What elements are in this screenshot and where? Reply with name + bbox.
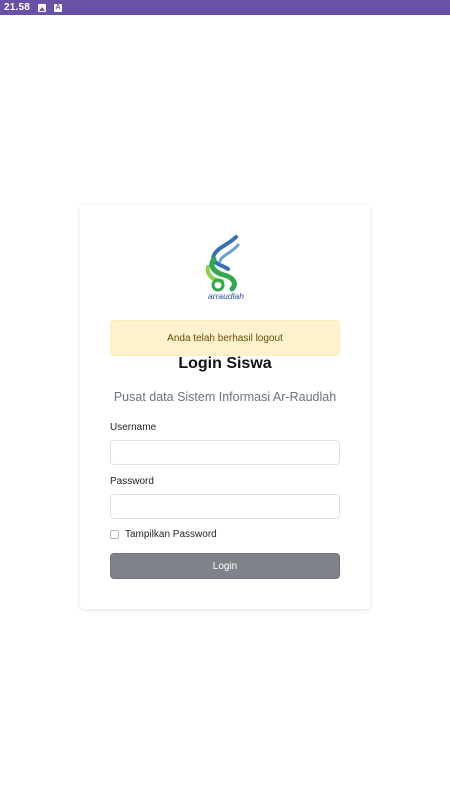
- status-bar: 21.58 A: [0, 0, 450, 15]
- username-input[interactable]: [110, 440, 340, 465]
- show-password-checkbox[interactable]: [110, 530, 119, 539]
- password-label: Password: [110, 476, 154, 487]
- page-subtitle: Pusat data Sistem Informasi Ar-Raudlah: [113, 390, 337, 404]
- show-password-label[interactable]: Tampilkan Password: [125, 529, 217, 540]
- show-password-row[interactable]: Tampilkan Password: [110, 529, 217, 540]
- username-label: Username: [110, 422, 157, 433]
- login-card: arraudlah Anda telah berhasil logout Log…: [80, 205, 370, 609]
- status-time: 21.58: [4, 2, 31, 13]
- logo-text: arraudlah: [208, 291, 244, 301]
- alert-message: Anda telah berhasil logout: [167, 332, 283, 344]
- a-icon: A: [54, 3, 63, 12]
- ar-raudlah-logo: arraudlah: [198, 235, 254, 305]
- image-icon: [38, 3, 47, 12]
- logout-alert: Anda telah berhasil logout: [110, 320, 340, 356]
- login-button-label: Login: [212, 560, 238, 572]
- password-input[interactable]: [110, 494, 340, 519]
- login-button[interactable]: Login: [110, 553, 340, 579]
- page-title: Login Siswa: [178, 355, 272, 372]
